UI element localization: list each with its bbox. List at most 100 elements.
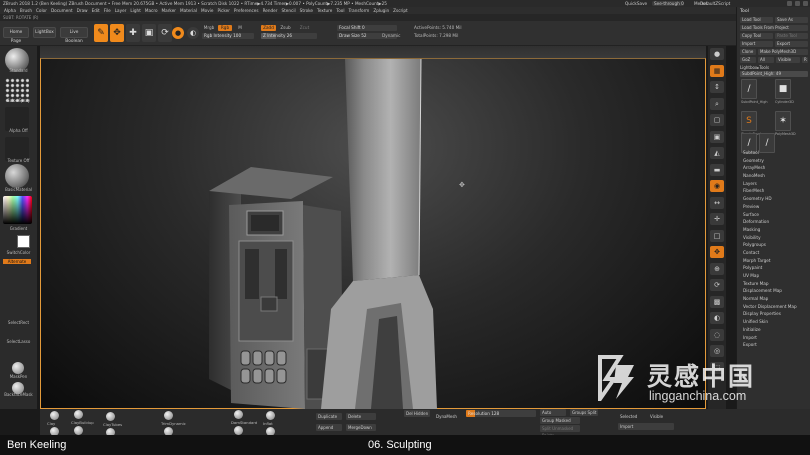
see-through-slider[interactable]: See-through 0: [652, 1, 684, 6]
subpalette-morph-target[interactable]: Morph Target: [743, 257, 797, 265]
clone-button[interactable]: Clone: [740, 49, 756, 55]
focal-shift-slider[interactable]: Focal Shift 0: [337, 25, 397, 31]
zsub-button[interactable]: Zsub: [278, 25, 293, 31]
subpalette-polygroups[interactable]: Polygroups: [743, 241, 797, 249]
menu-item-brush[interactable]: Brush: [20, 8, 32, 13]
shelf-zoom-button[interactable]: ⌕: [710, 97, 724, 110]
import-button[interactable]: Import: [740, 41, 773, 47]
menu-item-document[interactable]: Document: [51, 8, 73, 13]
goz-r-button[interactable]: R: [802, 57, 808, 63]
tool-thumb-cylinder3d[interactable]: ■: [775, 79, 791, 99]
tool-thumb-simplebrush[interactable]: S: [741, 111, 757, 131]
menu-item-preferences[interactable]: Preferences: [234, 8, 259, 13]
shelf-zoom3d-button[interactable]: ⊕: [710, 262, 724, 275]
minimize-icon[interactable]: [787, 1, 792, 6]
default-zscript-button[interactable]: DefaultZScript: [700, 0, 730, 7]
rgb-button[interactable]: Rgb: [218, 25, 232, 31]
menu-item-edit[interactable]: Edit: [92, 8, 100, 13]
shelf-l-sym-button[interactable]: ↔: [710, 196, 724, 209]
maximize-icon[interactable]: [795, 1, 800, 6]
shelf-persp-button[interactable]: ◭: [710, 147, 724, 159]
current-tool-slider[interactable]: SubdPoint_High: 49: [740, 71, 808, 77]
subpalette-display-properties[interactable]: Display Properties: [743, 310, 797, 318]
subpalette-arraymesh[interactable]: ArrayMesh: [743, 164, 797, 172]
zcut-button[interactable]: Zcut: [297, 25, 312, 31]
scale-icon[interactable]: ▣: [142, 24, 156, 42]
bottom-import-button[interactable]: Import: [618, 423, 674, 430]
selected-label[interactable]: Selected: [620, 414, 637, 419]
rgb-intensity-slider[interactable]: Rgb Intensity 100: [202, 33, 254, 39]
brush-secondary-icon[interactable]: [74, 426, 83, 435]
menu-item-stencil[interactable]: Stencil: [281, 8, 295, 13]
shelf-actual-button[interactable]: ▢: [710, 114, 724, 126]
subpalette-deformation[interactable]: Deformation: [743, 218, 797, 226]
menu-item-tool[interactable]: Tool: [336, 8, 344, 13]
menu-item-draw[interactable]: Draw: [77, 8, 88, 13]
shelf-bpr-button[interactable]: ●: [710, 48, 724, 60]
shelf-local-button[interactable]: ◉: [710, 180, 724, 192]
subpalette-initialize[interactable]: Initialize: [743, 326, 797, 334]
shelf-scroll-button[interactable]: ↕: [710, 81, 724, 93]
lightbox-tools-link[interactable]: Lightbox▸Tools: [740, 65, 769, 70]
auto-groups-button[interactable]: Auto Groups: [540, 409, 566, 422]
split-unmasked-button[interactable]: Split Unmasked Points: [540, 425, 580, 438]
menu-item-transform[interactable]: Transform: [348, 8, 369, 13]
subpalette-export[interactable]: Export: [743, 341, 797, 349]
subpalette-visibility[interactable]: Visibility: [743, 234, 797, 242]
menu-item-color[interactable]: Color: [36, 8, 47, 13]
menu-item-zplugin[interactable]: Zplugin: [373, 8, 389, 13]
brush-secondary-icon[interactable]: [234, 426, 243, 435]
subpalette-unified-skin[interactable]: Unified Skin: [743, 318, 797, 326]
close-icon[interactable]: [803, 1, 808, 6]
brush-trimdynamic-icon[interactable]: [164, 411, 173, 420]
subpalette-surface[interactable]: Surface: [743, 211, 797, 219]
m-button[interactable]: M: [236, 25, 244, 31]
switch-color-label[interactable]: SwitchColor: [1, 250, 36, 255]
mrgb-button[interactable]: Mrgb: [202, 25, 216, 31]
copy-tool-button[interactable]: Copy Tool: [740, 33, 773, 39]
menu-item-macro[interactable]: Macro: [145, 8, 158, 13]
goz-button[interactable]: GoZ: [740, 57, 756, 63]
visible-label[interactable]: Visible: [650, 414, 663, 419]
subpalette-polypaint[interactable]: Polypaint: [743, 264, 797, 272]
z-intensity-slider[interactable]: Z Intensity 26: [261, 33, 317, 39]
menu-item-stroke[interactable]: Stroke: [300, 8, 313, 13]
subpalette-import[interactable]: Import: [743, 334, 797, 342]
move-icon[interactable]: ✚: [126, 24, 140, 42]
rotate-icon[interactable]: ⟳: [158, 24, 172, 42]
shelf-frame-button[interactable]: □: [710, 229, 724, 242]
maskpen-icon[interactable]: [12, 362, 24, 374]
shelf-transp-button[interactable]: ◐: [710, 312, 724, 324]
subpalette-vector-displacement-map[interactable]: Vector Displacement Map: [743, 303, 797, 311]
home-page-button[interactable]: Home Page: [3, 27, 29, 44]
tool-thumb-polymesh3d[interactable]: ✶: [775, 111, 791, 131]
subpalette-displacement-map[interactable]: Displacement Map: [743, 287, 797, 295]
append-button[interactable]: Append: [316, 424, 342, 431]
menu-item-texture[interactable]: Texture: [317, 8, 332, 13]
select-rect-label[interactable]: SelectRect: [1, 320, 36, 325]
save-as-button[interactable]: Save As: [775, 17, 808, 23]
delete-button[interactable]: Delete: [346, 413, 376, 420]
menu-item-alpha[interactable]: Alpha: [4, 8, 16, 13]
shelf-line-fill-polyf-button[interactable]: ▩: [710, 295, 724, 308]
subpalette-contact[interactable]: Contact: [743, 249, 797, 257]
subpalette-geometry[interactable]: Geometry: [743, 157, 797, 165]
menu-item-movie[interactable]: Movie: [201, 8, 213, 13]
subpalette-layers[interactable]: Layers: [743, 180, 797, 188]
brush-inflat-icon[interactable]: [266, 411, 275, 420]
subpalette-texture-map[interactable]: Texture Map: [743, 280, 797, 288]
goz-visible-button[interactable]: Visible: [776, 57, 800, 63]
maskpen-label[interactable]: MaskPen: [1, 374, 36, 379]
tool-palette-header[interactable]: Tool: [737, 7, 810, 16]
subpalette-fibermesh[interactable]: FiberMesh: [743, 187, 797, 195]
live-boolean-button[interactable]: Live Boolean: [60, 27, 88, 44]
alternate-button[interactable]: Alternate: [3, 259, 31, 264]
color-picker[interactable]: [3, 196, 32, 224]
subpalette-nanomesh[interactable]: NanoMesh: [743, 172, 797, 180]
menu-item-file[interactable]: File: [104, 8, 111, 13]
lightbox-button[interactable]: LightBox: [33, 27, 56, 38]
tool-thumb-subdpoint_high[interactable]: ∕: [741, 79, 757, 99]
main-color-swatch[interactable]: [17, 235, 30, 248]
zadd-button[interactable]: Zadd: [261, 25, 276, 31]
dynamesh-button[interactable]: DynaMesh: [436, 414, 457, 419]
